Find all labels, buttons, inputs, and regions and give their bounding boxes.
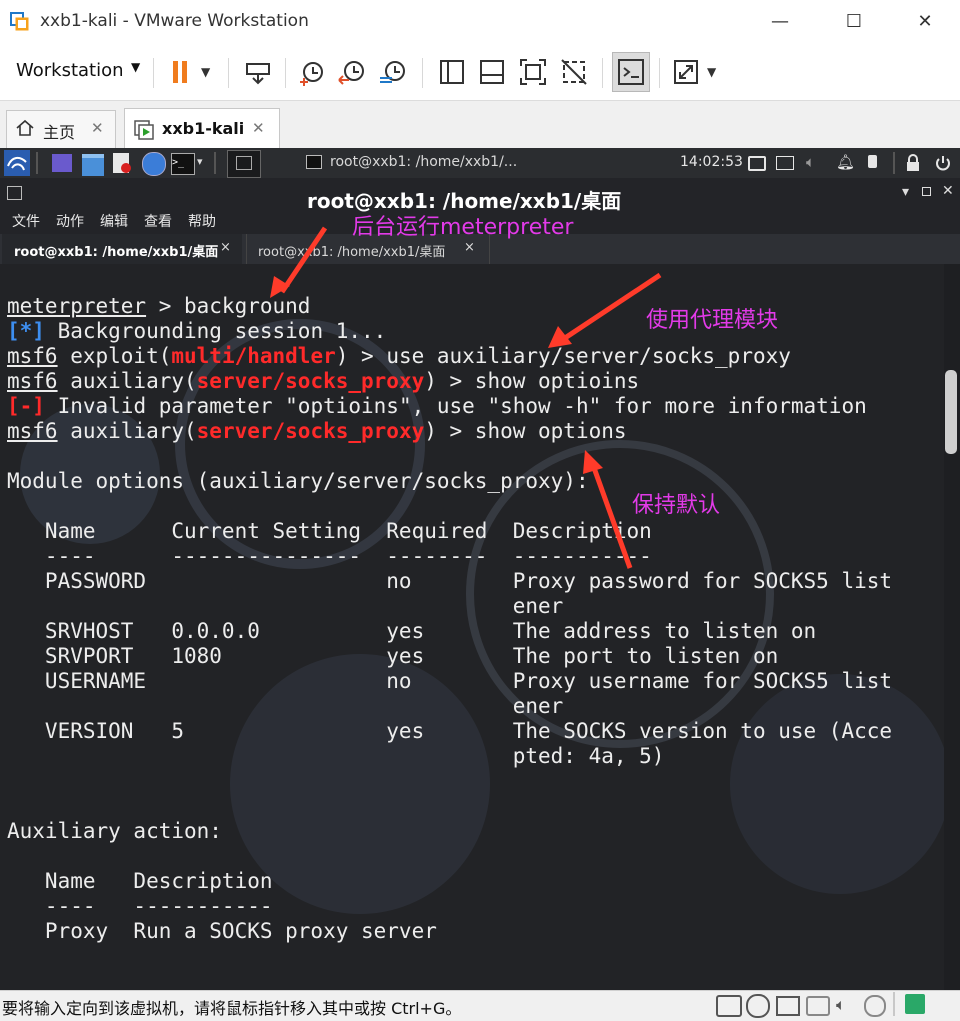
sound-icon[interactable]: 🔈︎ — [836, 995, 846, 1015]
annotation-arrows — [270, 226, 662, 569]
status-text: 要将输入定向到该虚拟机，请将鼠标指针移入其中或按 Ctrl+G。 — [2, 999, 462, 1018]
usb-icon[interactable] — [864, 995, 886, 1017]
message-log-icon[interactable] — [905, 994, 925, 1014]
printer-icon[interactable] — [806, 996, 830, 1016]
annotation-keep-default: 保持默认 — [632, 493, 721, 518]
arrow-show-options — [583, 450, 633, 569]
arrow-background — [270, 226, 328, 298]
status-divider — [893, 992, 895, 1016]
arrow-use-module — [548, 272, 662, 348]
annotation-background: 后台运行meterpreter — [352, 215, 574, 240]
annotation-use-module: 使用代理模块 — [646, 308, 779, 333]
cd-rom-icon[interactable] — [746, 994, 770, 1018]
network-icon[interactable] — [776, 996, 800, 1016]
hard-disk-icon[interactable] — [716, 995, 742, 1017]
